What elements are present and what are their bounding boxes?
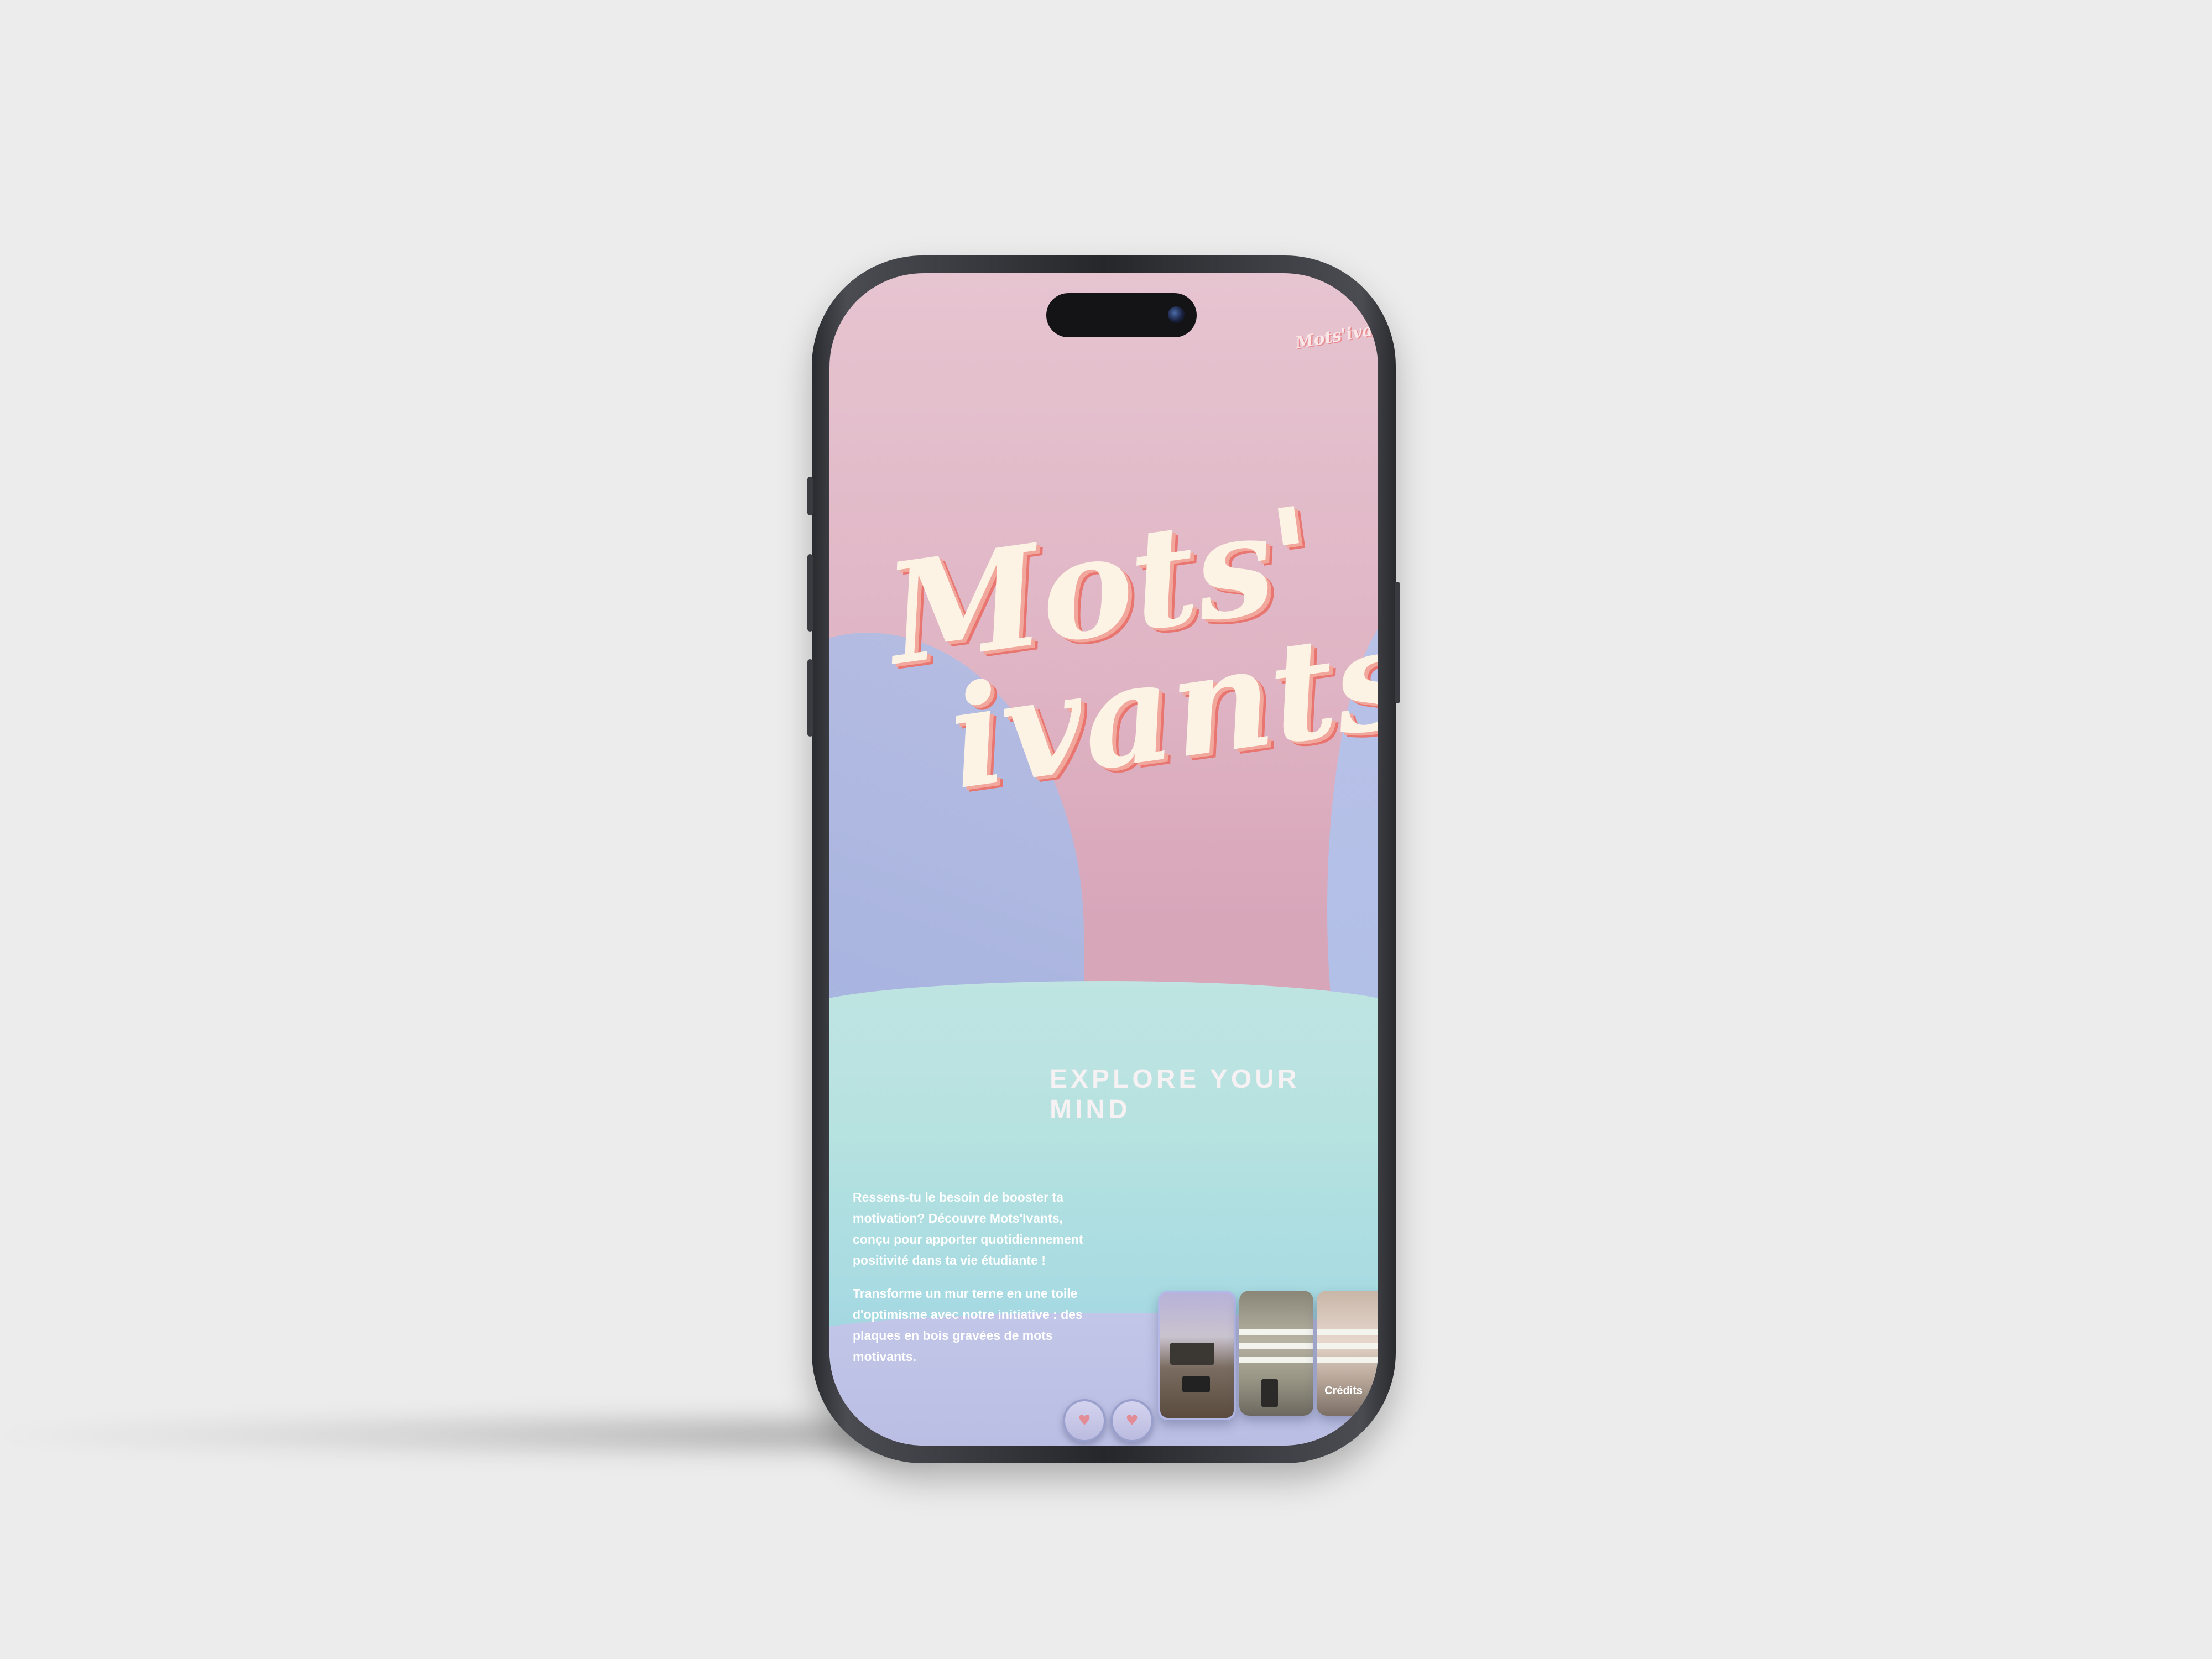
- hero-tagline: EXPLORE YOUR MIND: [1050, 1065, 1300, 1124]
- intro-paragraph: Transforme un mur terne en une toile d'o…: [853, 1286, 1083, 1364]
- phone-mockup: Mots'ivants Mots' ivants EXPLORE YOUR MI…: [807, 255, 1400, 1463]
- heart-icon: ♥: [1078, 1412, 1091, 1429]
- credits-link[interactable]: Crédits: [1324, 1385, 1363, 1397]
- hero-title: Mots' ivants: [878, 475, 1378, 820]
- nav-previous-button[interactable]: ♥: [1063, 1399, 1106, 1442]
- phone-floor-shadow: [0, 1405, 945, 1465]
- phone-volume-up-button: [807, 554, 813, 632]
- phone-power-button: [1395, 582, 1400, 703]
- bottom-nav: ♥ ♥: [1063, 1399, 1154, 1442]
- phone-screen: Mots'ivants Mots' ivants EXPLORE YOUR MI…: [830, 273, 1378, 1446]
- phone-action-button: [807, 477, 813, 515]
- header-logo[interactable]: Mots'ivants: [1294, 315, 1378, 353]
- nav-next-button[interactable]: ♥: [1110, 1399, 1154, 1442]
- heart-icon: ♥: [1125, 1412, 1139, 1429]
- phone-volume-down-button: [807, 659, 813, 737]
- intro-paragraph: Ressens-tu le besoin de booster ta motiv…: [853, 1190, 1083, 1267]
- intro-text: Ressens-tu le besoin de booster ta motiv…: [853, 1187, 1085, 1379]
- carousel-photo-room[interactable]: [1158, 1291, 1237, 1420]
- carousel-photo-plaque[interactable]: [1239, 1291, 1313, 1416]
- photo-carousel[interactable]: [1158, 1291, 1378, 1420]
- dynamic-island: [1046, 293, 1197, 337]
- camera-lens-icon: [1168, 306, 1185, 323]
